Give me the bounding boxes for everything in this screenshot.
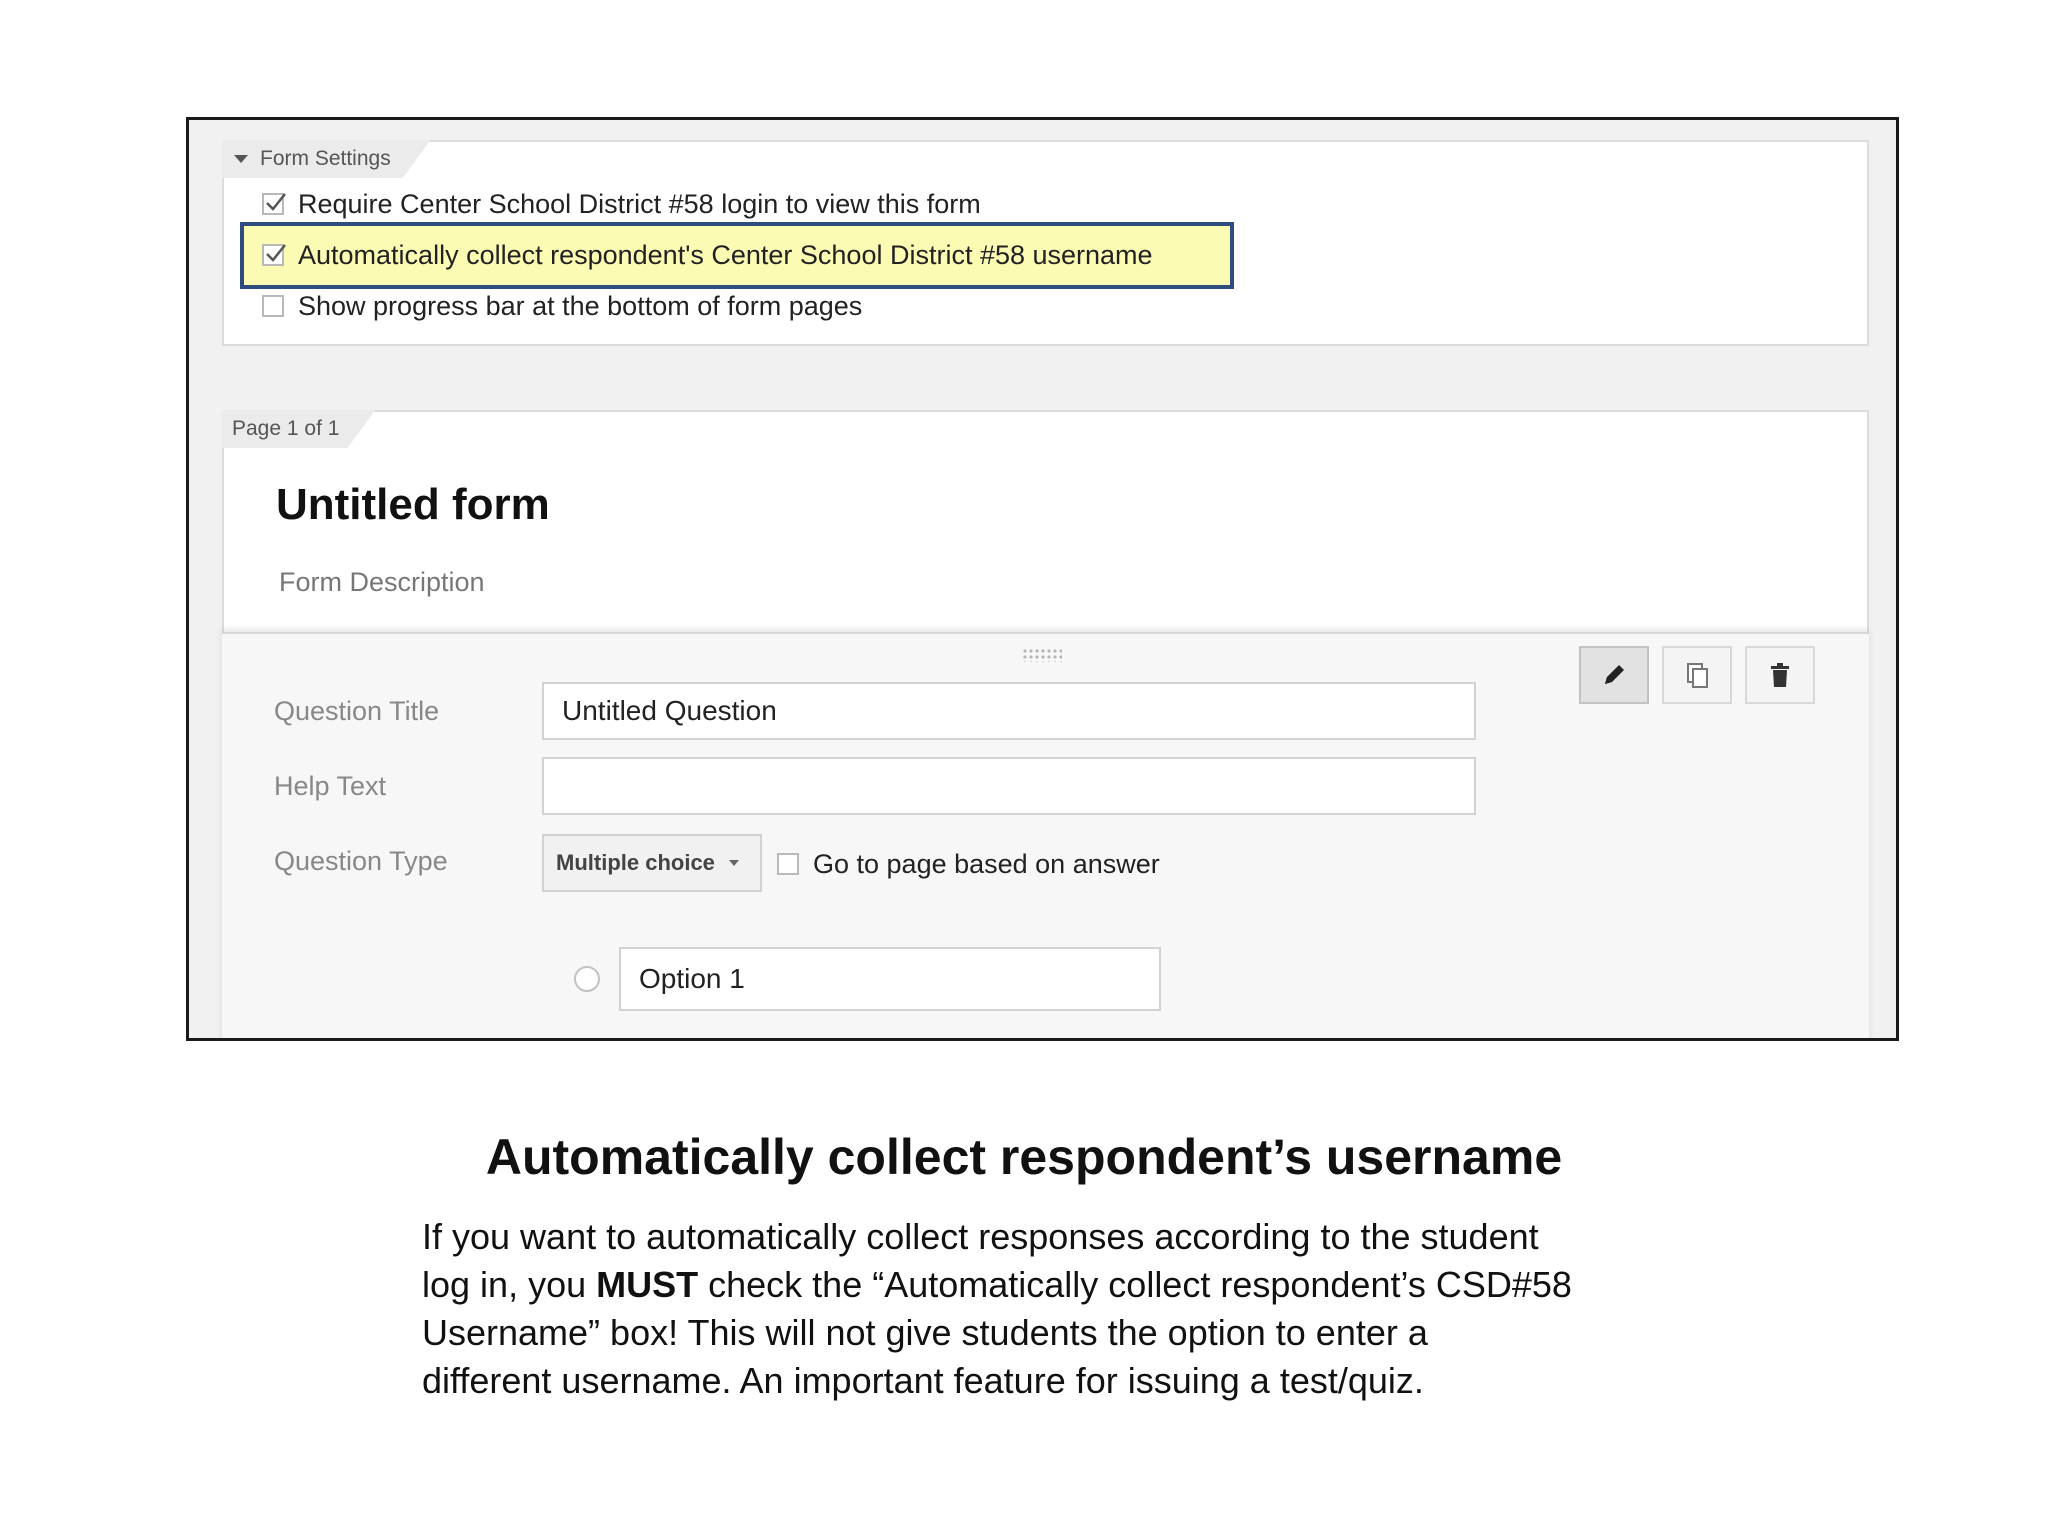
edit-button[interactable] — [1579, 646, 1649, 704]
drag-handle-icon[interactable] — [1022, 648, 1062, 662]
page-indicator-label: Page 1 of 1 — [232, 417, 340, 440]
page-indicator: Page 1 of 1 — [222, 410, 375, 448]
help-text-label: Help Text — [274, 771, 387, 801]
duplicate-button[interactable] — [1662, 646, 1732, 704]
delete-button[interactable] — [1745, 646, 1815, 704]
question-type-value: Multiple choice — [556, 850, 715, 875]
caption-title: Automatically collect respondent’s usern… — [485, 1129, 1563, 1185]
caption-body: If you want to automatically collect res… — [422, 1213, 1632, 1405]
trash-icon — [1771, 663, 1789, 687]
form-settings-panel: Form Settings Require Center School Dist… — [222, 140, 1869, 346]
collect-username-option[interactable]: Automatically collect respondent's Cente… — [262, 235, 1153, 275]
progress-bar-option[interactable]: Show progress bar at the bottom of form … — [262, 286, 862, 326]
caption-line-4: different username. An important feature… — [422, 1360, 1424, 1401]
help-text-input[interactable] — [542, 757, 1476, 815]
require-login-label: Require Center School District #58 login… — [298, 188, 981, 219]
caption-line-2-end: check the “Automatically collect respond… — [698, 1264, 1572, 1305]
require-login-option[interactable]: Require Center School District #58 login… — [262, 184, 981, 224]
caption-line-2-start: log in, you — [422, 1264, 597, 1305]
collect-username-label: Automatically collect respondent's Cente… — [298, 239, 1153, 270]
goto-page-checkbox[interactable] — [777, 853, 799, 875]
form-title[interactable]: Untitled form — [276, 480, 550, 530]
require-login-checkbox[interactable] — [262, 193, 286, 215]
option-1-input[interactable]: Option 1 — [619, 947, 1161, 1011]
dropdown-caret-icon — [728, 860, 739, 866]
question-type-label: Question Type — [274, 846, 448, 876]
question-title-input[interactable]: Untitled Question — [542, 682, 1476, 740]
caption-line-2: log in, you MUST check the “Automaticall… — [422, 1261, 1632, 1309]
goto-page-option[interactable]: Go to page based on answer — [777, 844, 1160, 884]
question-title-label: Question Title — [274, 696, 440, 726]
form-settings-toggle[interactable]: Form Settings — [222, 140, 431, 178]
progress-bar-label: Show progress bar at the bottom of form … — [298, 290, 863, 321]
screenshot-frame: Form Settings Require Center School Dist… — [186, 117, 1899, 1041]
form-settings-label: Form Settings — [260, 147, 391, 170]
question-type-select[interactable]: Multiple choice — [542, 834, 762, 892]
collapse-triangle-icon — [234, 155, 248, 163]
caption-line-1: If you want to automatically collect res… — [422, 1216, 1539, 1257]
form-description[interactable]: Form Description — [279, 567, 485, 598]
caption-line-3: Username” box! This will not give studen… — [422, 1312, 1428, 1353]
collect-username-checkbox[interactable] — [262, 244, 286, 266]
option-radio[interactable] — [574, 966, 600, 992]
duplicate-icon — [1687, 663, 1708, 688]
progress-bar-checkbox[interactable] — [262, 295, 284, 317]
page-panel: Page 1 of 1 Untitled form Form Descripti… — [222, 410, 1869, 1038]
goto-page-label: Go to page based on answer — [813, 848, 1160, 879]
question-editor: Question Title Untitled Question Help Te… — [222, 632, 1869, 1038]
pencil-icon — [1605, 665, 1624, 684]
caption-emphasis: MUST — [596, 1264, 699, 1305]
